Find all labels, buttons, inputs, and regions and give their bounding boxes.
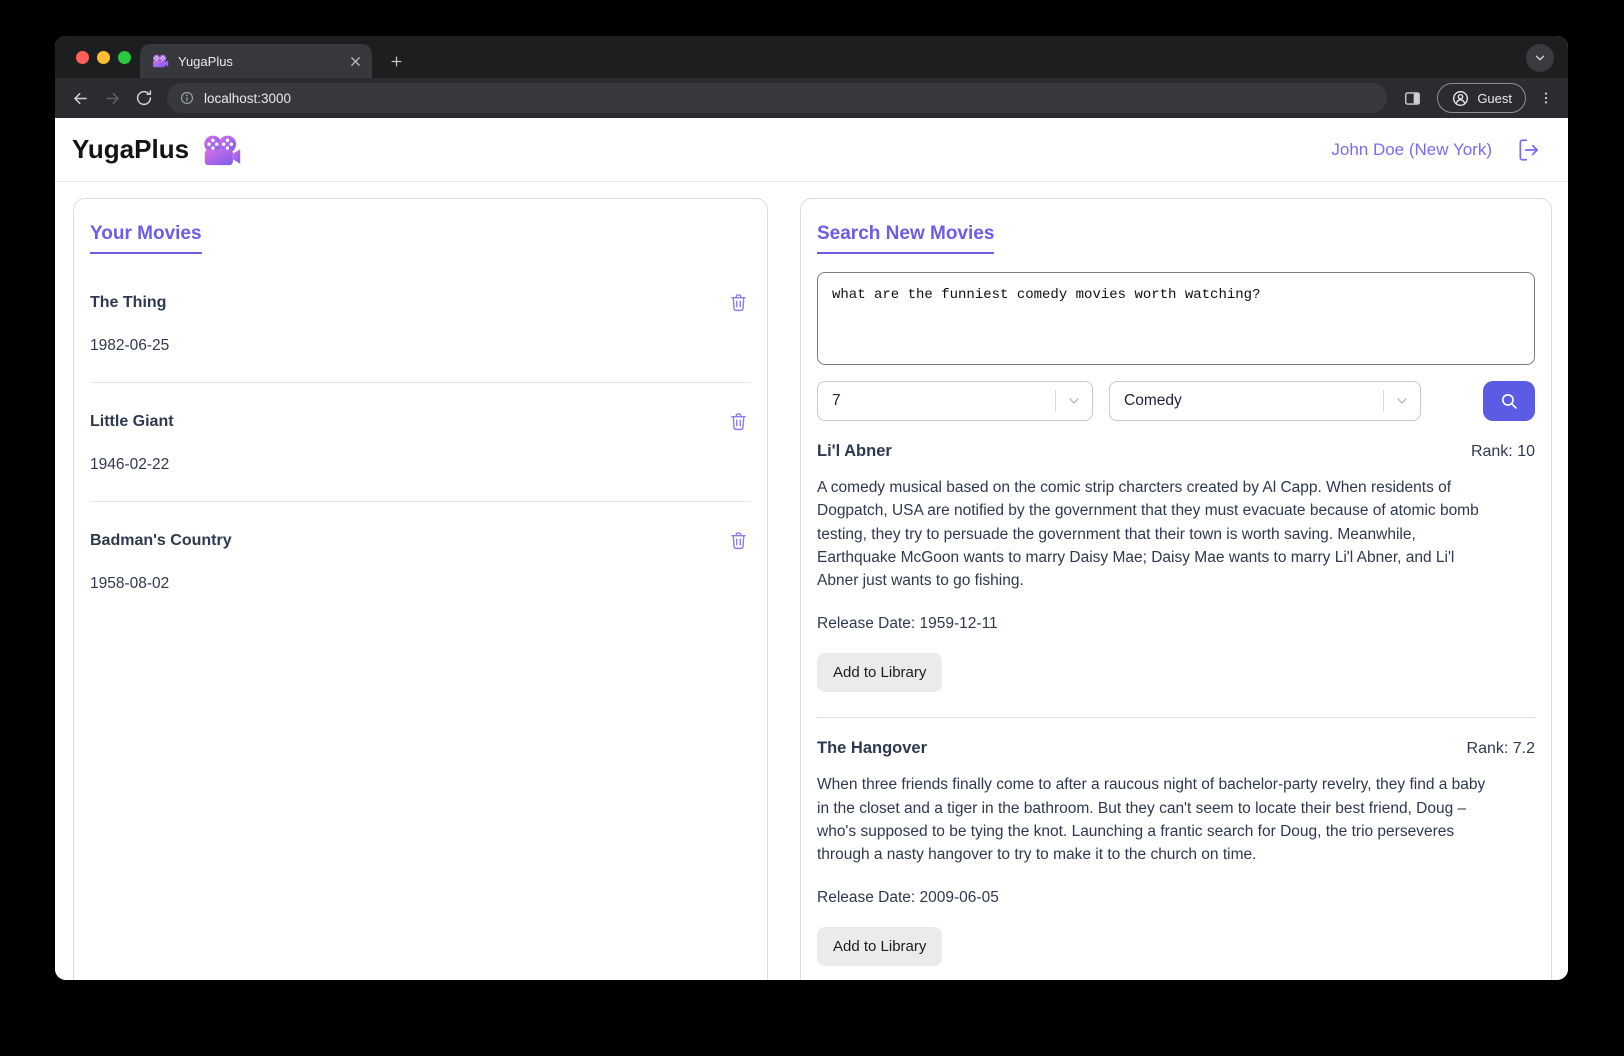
search-query-input[interactable]: what are the funniest comedy movies wort… [817,272,1535,365]
movie-release-date: 1958-08-02 [90,575,170,592]
delete-movie-trash-icon[interactable] [728,411,749,432]
search-card: Search New Movies what are the funniest … [800,198,1552,980]
result-title: Li'l Abner [817,442,892,460]
web-page: YugaPlus John Doe (New York) Your Movies… [55,118,1568,980]
search-result-item: Li'l Abner Rank: 10 A comedy musical bas… [817,442,1535,719]
divider [90,382,751,383]
result-release-date: Release Date: 1959-12-11 [817,615,998,633]
browser-window: YugaPlus localhost:3000 Guest YugaPlus J… [55,36,1568,980]
app-header: YugaPlus John Doe (New York) [55,118,1568,182]
new-tab-button[interactable] [382,47,410,75]
search-controls: 7 Comedy [817,381,1535,421]
divider [817,717,1535,719]
profile-label: Guest [1477,90,1512,106]
library-movie-item: The Thing 1982-06-25 [90,292,751,383]
add-to-library-button[interactable]: Add to Library [817,927,943,967]
your-movies-heading: Your Movies [90,223,202,254]
browser-tab[interactable]: YugaPlus [140,44,372,78]
zoom-window-button[interactable] [118,51,131,64]
divider [90,501,751,502]
forward-icon[interactable] [97,83,127,113]
close-window-button[interactable] [76,51,89,64]
side-panel-icon[interactable] [1397,83,1427,113]
browser-toolbar: localhost:3000 Guest [55,78,1568,118]
movie-release-date: 1946-02-22 [90,456,170,473]
profile-person-icon [1451,89,1470,108]
rank-select[interactable]: 7 [817,381,1093,421]
search-button[interactable] [1483,381,1535,421]
result-rank: Rank: 10 [1470,443,1535,460]
tab-title: YugaPlus [178,53,233,69]
browser-menu-icon[interactable] [1534,84,1558,112]
search-result-item: The Hangover Rank: 7.2 When three friend… [817,739,1535,980]
rank-select-value: 7 [832,392,841,409]
chevron-down-icon [1384,393,1420,409]
result-title: The Hangover [817,739,928,758]
delete-movie-trash-icon[interactable] [728,292,749,313]
favicon-movie-camera-icon [152,54,169,69]
result-description: When three friends finally come to after… [817,776,1486,863]
tab-search-chevron-icon[interactable] [1526,44,1554,72]
traffic-lights [76,51,131,64]
brand-title: YugaPlus [72,134,190,164]
your-movies-card: Your Movies The Thing 1982-06-25 Little … [73,198,768,980]
reload-icon[interactable] [129,83,159,113]
back-icon[interactable] [65,83,95,113]
delete-movie-trash-icon[interactable] [728,530,749,551]
result-release-date: Release Date: 2009-06-05 [817,889,999,907]
movie-release-date: 1982-06-25 [90,337,170,354]
chevron-down-icon [1056,393,1092,409]
url-text: localhost:3000 [204,90,292,106]
result-description: A comedy musical based on the comic stri… [817,479,1479,589]
user-name: John Doe (New York) [1331,139,1492,159]
minimize-window-button[interactable] [97,51,110,64]
movie-title: The Thing [90,293,167,311]
search-icon [1498,390,1520,412]
movie-title: Little Giant [90,412,174,430]
site-info-icon[interactable] [179,90,195,106]
logout-icon[interactable] [1516,137,1542,163]
result-rank: Rank: 7.2 [1466,740,1535,758]
main-content: Your Movies The Thing 1982-06-25 Little … [55,182,1568,980]
tab-strip: YugaPlus [55,36,1568,78]
category-select-value: Comedy [1124,392,1182,409]
category-select[interactable]: Comedy [1109,381,1421,421]
address-bar[interactable]: localhost:3000 [167,83,1388,113]
search-heading: Search New Movies [817,223,995,254]
add-to-library-button[interactable]: Add to Library [817,653,943,693]
library-movie-item: Badman's Country 1958-08-02 [90,530,751,593]
movie-title: Badman's Country [90,531,232,549]
tab-close-icon[interactable] [346,52,364,70]
library-movie-item: Little Giant 1946-02-22 [90,411,751,502]
movie-camera-icon [202,135,242,168]
profile-button[interactable]: Guest [1437,83,1526,113]
